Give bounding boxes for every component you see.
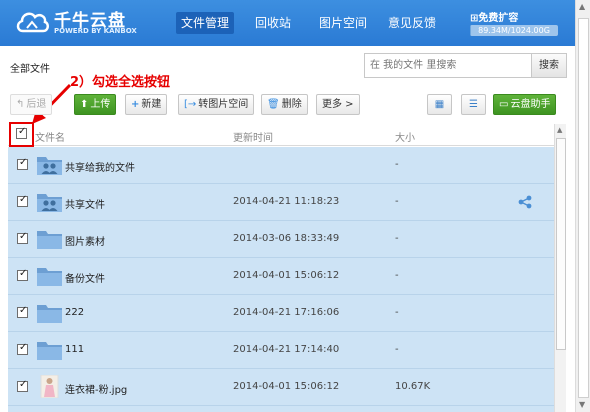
grid-view-icon: ▦ bbox=[434, 99, 445, 110]
row-checkbox[interactable] bbox=[17, 231, 28, 244]
to-image-space-button[interactable]: [→ 转图片空间 bbox=[178, 94, 255, 115]
annotation-highlight-box bbox=[9, 122, 34, 147]
file-name[interactable]: 备份文件 bbox=[65, 270, 105, 285]
file-size: - bbox=[395, 344, 399, 355]
table-header: 文件名 更新时间 大小 bbox=[8, 124, 566, 146]
row-checkbox[interactable] bbox=[17, 305, 28, 318]
monitor-icon: ▭ bbox=[499, 99, 509, 110]
back-button[interactable]: ↰ 后退 bbox=[10, 94, 53, 115]
file-size: - bbox=[395, 307, 399, 318]
annotation-label: 2）勾选全选按钮 bbox=[70, 75, 171, 90]
more-button[interactable]: 更多 > bbox=[316, 94, 360, 115]
file-name[interactable]: 共享文件 bbox=[65, 196, 105, 211]
row-checkbox[interactable] bbox=[17, 194, 28, 207]
list-scroll-thumb[interactable] bbox=[556, 138, 566, 350]
cloud-assistant-label: 云盘助手 bbox=[510, 99, 551, 110]
list-view-icon: ☰ bbox=[469, 99, 478, 110]
nav-image-space[interactable]: 图片空间 bbox=[314, 12, 372, 34]
row-checkbox[interactable] bbox=[17, 157, 28, 170]
column-header-size[interactable]: 大小 bbox=[395, 129, 415, 144]
quota-usage-text: 89.34M/1024.00G bbox=[478, 26, 550, 35]
column-header-time[interactable]: 更新时间 bbox=[233, 129, 273, 144]
upload-button[interactable]: ⬆ 上传 bbox=[74, 94, 117, 115]
window-scrollbar[interactable]: ▲ ▼ bbox=[575, 0, 590, 412]
row-checkbox[interactable] bbox=[17, 379, 28, 392]
file-time: 2014-03-06 18:33:49 bbox=[233, 233, 340, 244]
table-row[interactable]: 222 2014-04-21 17:16:06 - bbox=[8, 295, 554, 332]
folder-icon bbox=[37, 305, 62, 323]
scroll-up-arrow-icon[interactable]: ▲ bbox=[579, 2, 585, 11]
shared-folder-icon bbox=[37, 157, 62, 175]
file-time: 2014-04-21 17:16:06 bbox=[233, 307, 340, 318]
file-size: - bbox=[395, 270, 399, 281]
upload-arrow-icon: ⬆ bbox=[80, 99, 89, 110]
transfer-icon: [→ bbox=[184, 99, 197, 110]
cloud-icon bbox=[16, 12, 49, 33]
shared-folder-icon bbox=[37, 194, 62, 212]
image-thumbnail-icon bbox=[40, 375, 59, 398]
delete-label: 删除 bbox=[281, 99, 302, 110]
file-name[interactable]: 共享给我的文件 bbox=[65, 159, 135, 174]
file-time: 2014-04-01 15:06:12 bbox=[233, 381, 340, 392]
file-size: - bbox=[395, 233, 399, 244]
column-header-name[interactable]: 文件名 bbox=[35, 129, 65, 144]
window-scroll-thumb[interactable] bbox=[578, 18, 589, 398]
plus-icon: + bbox=[131, 99, 140, 110]
nav-feedback[interactable]: 意见反馈 bbox=[383, 12, 441, 34]
app-subtitle: POWERD BY KANBOX bbox=[54, 27, 137, 35]
file-size: - bbox=[395, 159, 399, 170]
free-expand-link[interactable]: ⊞免费扩容 bbox=[470, 9, 518, 24]
file-time: 2014-04-21 17:14:40 bbox=[233, 344, 340, 355]
back-arrow-icon: ↰ bbox=[16, 99, 25, 110]
delete-button[interactable]: 🗑 删除 bbox=[261, 94, 308, 115]
folder-icon bbox=[37, 268, 62, 286]
folder-icon bbox=[37, 231, 62, 249]
table-row[interactable]: 图片素材 2014-03-06 18:33:49 - bbox=[8, 221, 554, 258]
table-row[interactable]: 备份文件 2014-04-01 15:06:12 - bbox=[8, 258, 554, 295]
breadcrumb[interactable]: 全部文件 bbox=[10, 60, 50, 75]
trash-icon: 🗑 bbox=[267, 99, 280, 110]
file-name[interactable]: 连衣裙-粉.jpg bbox=[65, 381, 127, 396]
upload-label: 上传 bbox=[90, 99, 111, 110]
grid-view-button[interactable]: ▦ bbox=[427, 94, 452, 115]
file-time: 2014-04-21 11:18:23 bbox=[233, 196, 340, 207]
file-size: - bbox=[395, 196, 399, 207]
cloud-assistant-button[interactable]: ▭ 云盘助手 bbox=[493, 94, 557, 115]
file-name[interactable]: 111 bbox=[65, 344, 84, 355]
nav-recycle-bin[interactable]: 回收站 bbox=[250, 12, 296, 34]
app-header: 千牛云盘 POWERD BY KANBOX 文件管理 回收站 图片空间 意见反馈… bbox=[0, 0, 575, 46]
free-expand-label: 免费扩容 bbox=[478, 13, 519, 24]
list-scroll-up-icon[interactable]: ▲ bbox=[557, 126, 562, 134]
file-name[interactable]: 222 bbox=[65, 307, 84, 318]
table-row[interactable]: 共享文件 2014-04-21 11:18:23 - bbox=[8, 184, 554, 221]
to-image-space-label: 转图片空间 bbox=[198, 99, 249, 110]
nav-file-manage[interactable]: 文件管理 bbox=[176, 12, 235, 34]
scroll-down-arrow-icon[interactable]: ▼ bbox=[579, 400, 585, 409]
new-label: 新建 bbox=[141, 99, 162, 110]
file-size: 10.67K bbox=[395, 381, 431, 392]
row-checkbox[interactable] bbox=[17, 268, 28, 281]
file-name[interactable]: 图片素材 bbox=[65, 233, 105, 248]
file-time: 2014-04-01 15:06:12 bbox=[233, 270, 340, 281]
search-button[interactable]: 搜索 bbox=[531, 53, 567, 78]
list-view-button[interactable]: ☰ bbox=[461, 94, 486, 115]
quota-bar: 89.34M/1024.00G bbox=[470, 25, 558, 36]
back-label: 后退 bbox=[26, 99, 47, 110]
table-row[interactable]: 111 2014-04-21 17:14:40 - bbox=[8, 332, 554, 369]
list-scrollbar[interactable]: ▲ bbox=[554, 124, 566, 412]
file-list: 共享给我的文件 - 共享文件 2014-04-21 11:18:23 - 图片素材 2014… bbox=[8, 147, 554, 412]
table-row[interactable]: 连衣裙-粉.jpg 2014-04-01 15:06:12 10.67K bbox=[8, 369, 554, 406]
search-input[interactable] bbox=[364, 53, 532, 78]
row-checkbox[interactable] bbox=[17, 342, 28, 355]
share-icon[interactable] bbox=[518, 195, 532, 209]
new-button[interactable]: + 新建 bbox=[125, 94, 168, 115]
folder-icon bbox=[37, 342, 62, 360]
table-row[interactable]: 共享给我的文件 - bbox=[8, 147, 554, 184]
